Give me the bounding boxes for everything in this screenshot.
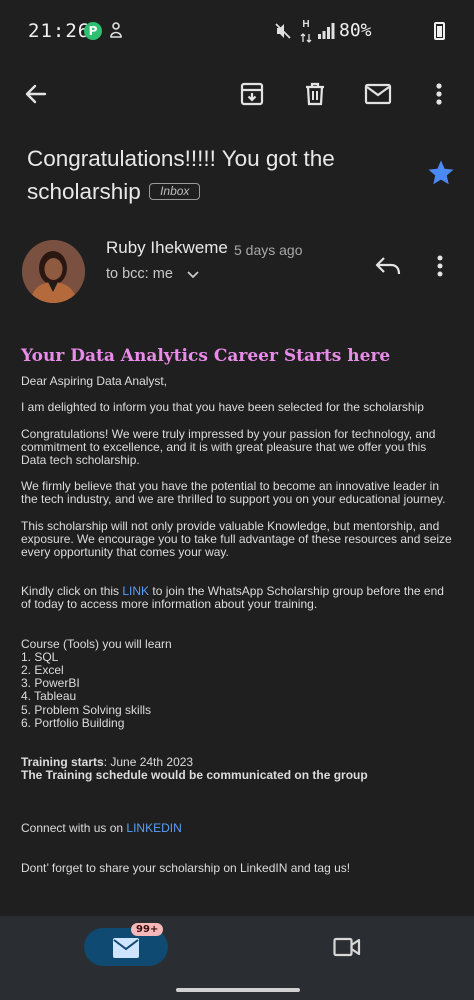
body-paragraph-1: I am delighted to inform you that you ha… [21,400,424,415]
body-paragraph-2: Congratulations! We were truly impressed… [21,426,436,468]
closing-paragraph: Dont’ forget to share your scholarship o… [21,860,351,875]
email-toolbar [0,70,474,116]
reply-icon[interactable] [374,254,402,280]
course-item: 5. Problem Solving skills [21,702,152,717]
network-type-indicator: H [300,20,312,48]
star-icon[interactable] [426,158,456,188]
sender-name[interactable]: Ruby Ihekweme [106,238,228,258]
body-paragraph-4: This scholarship will not only provide v… [21,518,452,560]
status-time: 21:26 [28,20,91,42]
training-info: Training starts: June 24th 2023 The Trai… [21,755,453,783]
whatsapp-paragraph: Kindly click on this LINK to join the Wh… [21,584,453,612]
delete-icon[interactable] [299,78,331,110]
archive-icon[interactable] [236,78,268,110]
p-app-icon: P [84,22,102,40]
email-body: Your Data Analytics Career Starts here D… [21,344,453,888]
meet-video-icon[interactable] [333,936,361,958]
bottom-navigation: 99+ [0,916,474,1000]
training-date: : June 24th 2023 [103,755,194,770]
battery-percentage: 80% [339,20,372,41]
mail-icon [113,938,139,958]
connect-paragraph: Connect with us on LINKEDIN [21,822,453,835]
sender-avatar[interactable] [22,240,85,303]
signal-icon [318,23,335,39]
mute-icon [275,23,291,39]
whatsapp-text-prefix: Kindly click on this [21,584,123,599]
greeting: Dear Aspiring Data Analyst, [21,374,168,389]
schedule-note: The Training schedule would be communica… [21,768,368,783]
course-list-title: Course (Tools) you will learn [21,636,172,651]
course-item: 4. Tableau [21,689,77,704]
message-more-icon[interactable] [436,254,444,278]
mark-unread-icon[interactable] [362,78,394,110]
battery-icon [434,22,445,40]
course-list: Course (Tools) you will learn 1. SQL 2. … [21,636,453,730]
course-item: 3. PowerBI [21,676,80,691]
inbox-label-chip[interactable]: Inbox [149,183,201,200]
sent-time: 5 days ago [234,242,303,258]
course-item: 6. Portfolio Building [21,715,125,730]
notification-app-icon [110,22,122,38]
network-type-label: H [302,19,310,30]
linkedin-link[interactable]: LINKEDIN [126,821,181,835]
body-paragraph-3: We firmly believe that you have the pote… [21,479,446,507]
more-options-icon[interactable] [423,78,455,110]
connect-text: Connect with us on [21,821,127,836]
chevron-down-icon[interactable] [186,268,200,282]
back-arrow-icon[interactable] [20,78,52,110]
course-item: 1. SQL [21,649,59,664]
whatsapp-link[interactable]: LINK [122,584,149,598]
status-bar: 21:26 P H 80% [0,0,474,62]
unread-count-badge: 99+ [131,923,164,936]
training-label: Training starts [21,755,104,770]
email-heading: Your Data Analytics Career Starts here [21,346,391,366]
recipients-line[interactable]: to bcc: me [106,266,173,282]
email-subject: Congratulations!!!!! You got the scholar… [27,142,407,208]
home-indicator[interactable] [176,988,300,992]
data-arrows-icon [300,33,312,43]
course-item: 2. Excel [21,663,64,678]
